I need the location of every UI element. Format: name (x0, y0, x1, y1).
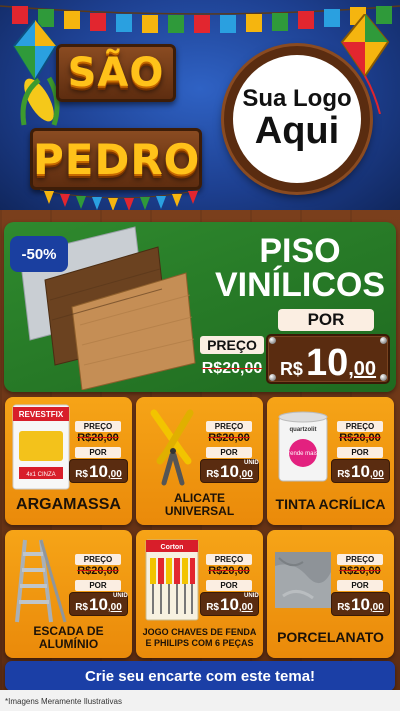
paint-bucket-image: quartzolit rende mais (278, 411, 328, 482)
product-name: PORCELANATO (277, 629, 384, 645)
product-name-line1: ESCADA DE (33, 624, 104, 638)
por-label: POR (75, 447, 121, 458)
old-price: R$20,00 (339, 432, 381, 444)
product-card-alicate[interactable]: PREÇO R$20,00 POR R$ 10 ,00 UNID ALICATE… (136, 397, 263, 525)
unit-label: UNID (244, 460, 259, 466)
preco-label: PREÇO (337, 421, 383, 432)
old-price: R$20,00 (208, 565, 250, 577)
price-int: 10 (350, 462, 370, 481)
product-card-tinta[interactable]: quartzolit rende mais PREÇO R$20,00 POR … (267, 397, 394, 525)
hero-currency: R$ (279, 359, 303, 379)
ladder-image (15, 539, 67, 623)
hero-title-line2: VINÍLICOS (214, 266, 386, 304)
screwdriver-set-image: Corton (145, 539, 199, 621)
bucket-subtext: rende mais (288, 451, 318, 457)
brand-board-top: SÃO (56, 44, 176, 102)
price-box: R$ 10 ,00 (331, 592, 390, 616)
price-int: 10 (219, 462, 239, 481)
currency: R$ (206, 469, 219, 480)
old-price: R$20,00 (339, 565, 381, 577)
currency: R$ (337, 602, 350, 613)
old-price: R$20,00 (208, 432, 250, 444)
old-price: R$20,00 (77, 432, 119, 444)
product-card-porcelanato[interactable]: PREÇO R$20,00 POR R$ 10 ,00 PORCELANATO (267, 530, 394, 658)
por-label: POR (206, 447, 252, 458)
festive-banner: SÃO PEDRO Sua Logo Aqui (0, 0, 400, 222)
logo-placeholder: Sua Logo Aqui (224, 46, 370, 192)
brand-line2: PEDRO (33, 135, 201, 184)
product-card-chaves[interactable]: Corton PREÇO R$20,00 POR R$ 10 ,00 UNID … (136, 530, 263, 658)
hero-price-dec: ,00 (348, 358, 377, 380)
por-label: POR (75, 580, 121, 591)
brand-mark: quartzolit (290, 427, 317, 433)
price-dec: ,00 (369, 602, 384, 613)
hero-price-int: 10 (305, 342, 349, 384)
product-card-argamassa[interactable]: REVESTFIX 4x1 CINZA PREÇO R$20,00 POR R$… (5, 397, 132, 525)
price-dec: ,00 (238, 469, 253, 480)
price-box: R$ 10 ,00 (69, 459, 128, 483)
product-name-line1: JOGO CHAVES DE FENDA (142, 627, 257, 637)
unit-label: UNID (244, 593, 259, 599)
por-label: POR (206, 580, 252, 591)
discount-badge: -50% (10, 236, 68, 272)
create-flyer-button[interactable]: Crie seu encarte com este tema! (5, 661, 395, 691)
price-box: R$ 10 ,00 (331, 459, 390, 483)
price-int: 10 (350, 595, 370, 614)
hero-old-price: R$20,00 (201, 360, 263, 377)
product-name: ARGAMASSA (16, 496, 121, 513)
argamassa-bag-image: REVESTFIX 4x1 CINZA (12, 404, 70, 490)
product-name: TINTA ACRÍLICA (275, 496, 386, 512)
pliers-image (150, 409, 194, 486)
product-name-line2: UNIVERSAL (164, 504, 235, 518)
currency: R$ (206, 602, 219, 613)
price-dec: ,00 (107, 469, 122, 480)
currency: R$ (75, 469, 88, 480)
disclaimer-text: *Imagens Meramente Ilustrativas (5, 697, 122, 706)
price-int: 10 (88, 462, 108, 481)
porcelain-tile-image (275, 552, 331, 608)
price-dec: ,00 (238, 602, 253, 613)
hero-preco-label: PREÇO (200, 336, 264, 354)
product-name-line2: E PHILIPS COM 6 PEÇAS (145, 638, 254, 648)
preco-label: PREÇO (206, 421, 252, 432)
logo-line1: Sua Logo (242, 85, 352, 113)
product-name-line2: ALUMÍNIO (38, 637, 99, 651)
bolt-icon (380, 337, 387, 344)
preco-label: PREÇO (206, 554, 252, 565)
price-int: 10 (219, 595, 239, 614)
hero-price-box: R$ 10 ,00 (266, 334, 390, 384)
price-dec: ,00 (107, 602, 122, 613)
old-price: R$20,00 (77, 565, 119, 577)
product-card-escada[interactable]: PREÇO R$20,00 POR R$ 10 ,00 UNID ESCADA … (5, 530, 132, 658)
bolt-icon (380, 374, 387, 381)
brand-mark: REVESTFIX (19, 410, 64, 419)
bag-subtext: 4x1 CINZA (26, 472, 55, 478)
preco-label: PREÇO (75, 554, 121, 565)
bolt-icon (269, 337, 276, 344)
brand-board-bottom: PEDRO (30, 128, 202, 190)
price-dec: ,00 (369, 469, 384, 480)
por-label: POR (337, 580, 383, 591)
logo-line2: Aqui (254, 109, 340, 152)
preco-label: PREÇO (337, 554, 383, 565)
preco-label: PREÇO (75, 421, 121, 432)
hero-por-label: POR (278, 309, 374, 331)
brand-mark: Corton (161, 544, 184, 551)
por-label: POR (337, 447, 383, 458)
brand-line1: SÃO (67, 50, 165, 96)
hero-title-line1: PISO (259, 232, 341, 270)
price-int: 10 (88, 595, 108, 614)
currency: R$ (337, 469, 350, 480)
unit-label: UNID (113, 593, 128, 599)
product-name-line1: ALICATE (173, 491, 226, 505)
currency: R$ (75, 602, 88, 613)
bolt-icon (269, 374, 276, 381)
